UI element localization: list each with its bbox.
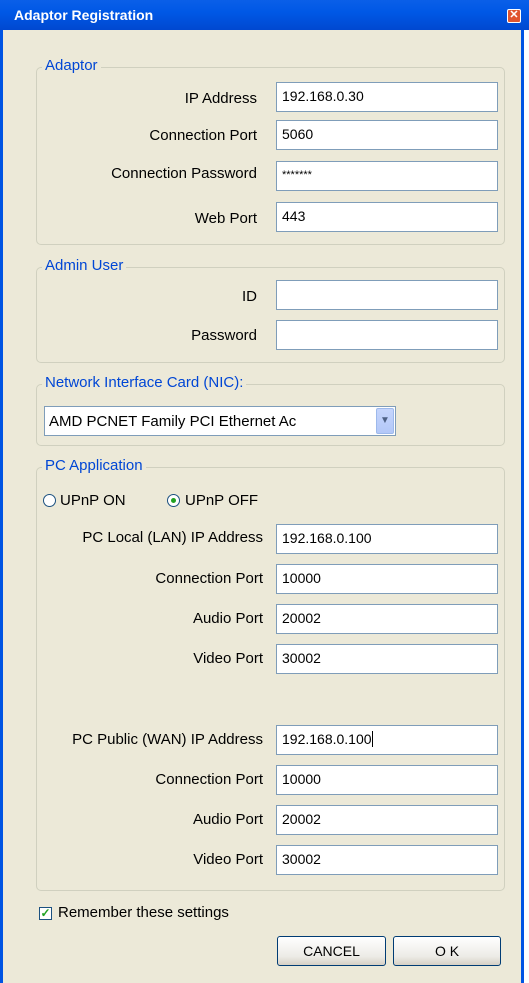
ip-address-field[interactable]: 192.168.0.30 — [276, 82, 498, 112]
connection-port-field[interactable]: 5060 — [276, 120, 498, 150]
upnp-off-radio[interactable] — [167, 494, 180, 507]
lan-audio-port-label: Audio Port — [192, 610, 263, 627]
admin-password-label: Password — [191, 327, 257, 344]
connection-port-label: Connection Port — [149, 127, 257, 144]
admin-password-field[interactable] — [276, 320, 498, 350]
window-title: Adaptor Registration — [14, 7, 154, 23]
nic-selected-value: AMD PCNET Family PCI Ethernet Ac — [49, 413, 297, 430]
close-icon: ✕ — [509, 9, 519, 21]
upnp-on-label[interactable]: UPnP ON — [60, 492, 126, 509]
wan-ip-field[interactable]: 192.168.0.100 — [276, 725, 498, 755]
lan-connection-port-field[interactable]: 10000 — [276, 564, 498, 594]
wan-video-port-field[interactable]: 30002 — [276, 845, 498, 875]
lan-video-port-field[interactable]: 30002 — [276, 644, 498, 674]
nic-select[interactable]: AMD PCNET Family PCI Ethernet Ac ▼ — [44, 406, 396, 436]
id-field[interactable] — [276, 280, 498, 310]
checkmark-icon: ✓ — [40, 906, 51, 920]
remember-settings-checkbox[interactable]: ✓ — [39, 907, 52, 920]
adaptor-legend: Adaptor — [42, 57, 101, 74]
close-button[interactable]: ✕ — [507, 9, 521, 23]
lan-video-port-label: Video Port — [193, 650, 263, 667]
wan-connection-port-label: Connection Port — [155, 771, 263, 788]
text-caret — [371, 731, 373, 747]
chevron-down-icon[interactable]: ▼ — [376, 408, 394, 434]
admin-user-legend: Admin User — [42, 257, 127, 274]
lan-connection-port-label: Connection Port — [155, 570, 263, 587]
lan-ip-label: PC Local (LAN) IP Address — [82, 529, 263, 546]
wan-connection-port-field[interactable]: 10000 — [276, 765, 498, 795]
wan-audio-port-field[interactable]: 20002 — [276, 805, 498, 835]
title-bar[interactable]: Adaptor Registration ✕ — [0, 0, 529, 30]
wan-ip-value: 192.168.0.100 — [282, 731, 372, 747]
id-label: ID — [242, 288, 257, 305]
wan-ip-label: PC Public (WAN) IP Address — [72, 731, 263, 748]
cancel-button[interactable]: CANCEL — [277, 936, 386, 966]
wan-audio-port-label: Audio Port — [192, 811, 263, 828]
connection-password-field[interactable]: ******* — [276, 161, 498, 191]
pc-application-legend: PC Application — [42, 457, 146, 474]
dialog-window: Adaptor Registration ✕ Adaptor IP Addres… — [0, 0, 529, 983]
ip-address-label: IP Address — [184, 90, 257, 107]
ok-button[interactable]: O K — [393, 936, 501, 966]
connection-password-label: Connection Password — [111, 165, 257, 182]
web-port-field[interactable]: 443 — [276, 202, 498, 232]
nic-legend: Network Interface Card (NIC): — [42, 374, 247, 391]
remember-settings-label[interactable]: Remember these settings — [58, 904, 229, 921]
upnp-on-radio[interactable] — [43, 494, 56, 507]
wan-video-port-label: Video Port — [193, 851, 263, 868]
upnp-off-label[interactable]: UPnP OFF — [185, 492, 258, 509]
lan-ip-field[interactable]: 192.168.0.100 — [276, 524, 498, 554]
lan-audio-port-field[interactable]: 20002 — [276, 604, 498, 634]
web-port-label: Web Port — [194, 210, 257, 227]
